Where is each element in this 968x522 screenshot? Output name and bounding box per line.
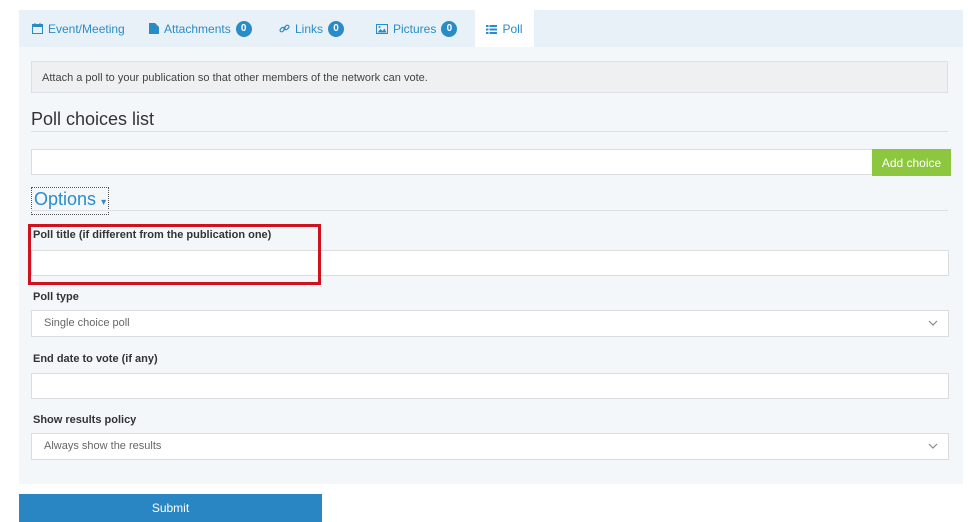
calendar-icon [32,23,43,34]
results-policy-select[interactable]: Always show the results [31,433,949,460]
count-badge: 0 [235,20,252,37]
choice-input[interactable] [31,149,873,175]
end-date-input[interactable] [31,373,949,399]
caret-down-icon: ▾ [101,197,107,208]
tab-bar: Event/Meeting Attachments 0 Links 0 Pict… [19,10,963,48]
end-date-label: End date to vote (if any) [33,353,158,365]
divider [31,131,948,132]
file-icon [149,23,159,34]
poll-form: Attach a poll to your publication so tha… [31,47,951,484]
tab-label: Poll [502,22,523,36]
tab-event-meeting[interactable]: Event/Meeting [32,10,125,47]
results-policy-value: Always show the results [44,440,162,452]
poll-type-value: Single choice poll [44,317,130,329]
count-badge: 0 [441,20,458,37]
tab-label: Attachments [164,21,231,36]
tab-links[interactable]: Links 0 [279,10,345,47]
chevron-down-icon [928,320,938,326]
tab-pictures[interactable]: Pictures 0 [376,10,458,47]
add-choice-button[interactable]: Add choice [872,149,951,176]
poll-title-label: Poll title (if different from the public… [33,229,272,241]
divider [31,210,948,211]
image-icon [376,23,388,34]
poll-choices-title: Poll choices list [31,109,155,129]
info-alert: Attach a poll to your publication so tha… [31,61,948,93]
list-icon [486,24,498,34]
poll-title-input[interactable] [31,250,949,276]
options-label: Options [34,189,97,209]
tab-poll[interactable]: Poll [475,10,534,48]
poll-type-label: Poll type [33,291,79,303]
chevron-down-icon [928,443,938,449]
tab-label: Event/Meeting [48,21,125,36]
link-icon [279,23,290,34]
count-badge: 0 [328,20,345,37]
tab-label: Links [295,21,324,36]
tab-label: Pictures [393,21,437,36]
tab-attachments[interactable]: Attachments 0 [149,10,252,47]
submit-button[interactable]: Submit [19,494,322,522]
poll-type-select[interactable]: Single choice poll [31,310,949,337]
results-policy-label: Show results policy [33,414,137,426]
